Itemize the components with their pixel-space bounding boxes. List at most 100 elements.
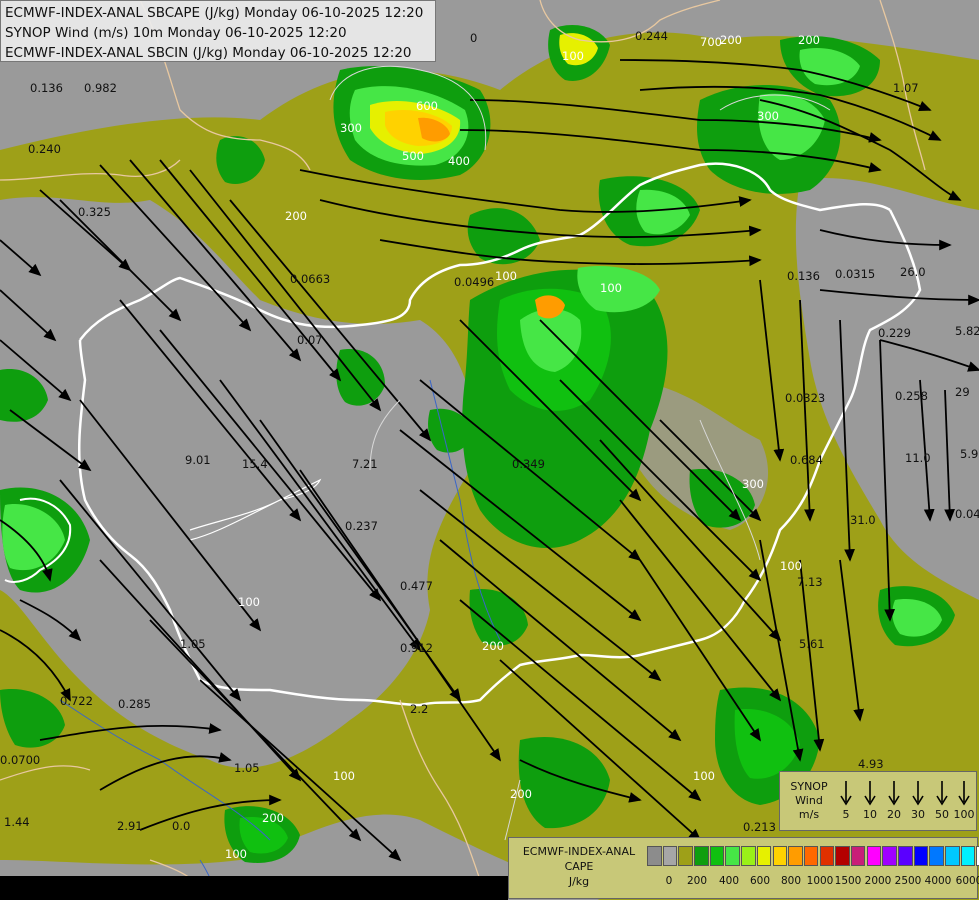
cape-legend-swatch — [898, 846, 913, 866]
station-value-label: 0.136 — [30, 81, 63, 95]
wind-legend-title-line: Wind — [795, 794, 823, 807]
station-value-label: 0.213 — [743, 820, 776, 834]
wind-legend-speed: 5 — [842, 808, 850, 821]
station-value-label: 0.244 — [635, 29, 668, 43]
contour-label: 200 — [482, 639, 504, 653]
contour-label: 600 — [416, 99, 438, 113]
cape-legend-swatch — [709, 846, 725, 866]
contour-label: 100 — [225, 847, 247, 861]
cape-legend-label: 6000 — [955, 875, 979, 887]
cape-legend-swatch — [772, 846, 787, 866]
contour-label: 100 — [780, 559, 802, 573]
wind-legend-item: 20 — [882, 778, 906, 821]
wind-legend-speed: 100 — [953, 808, 975, 821]
cape-legend-swatch — [913, 846, 929, 866]
cape-legend-swatch — [929, 846, 944, 866]
cape-legend-swatch — [803, 846, 819, 866]
station-value-label: 0.0315 — [835, 267, 875, 281]
station-value-label: 0.0 — [172, 819, 190, 833]
cape-legend: ECMWF-INDEX-ANAL CAPE J/kg 0 200 400 600 800… — [508, 837, 979, 899]
wind-arrow-icon — [888, 781, 900, 806]
cape-legend-label: 1500 — [834, 875, 862, 887]
cape-legend-label: 600 — [749, 875, 771, 887]
wind-legend-item: 5 — [834, 778, 858, 821]
station-value-label: 0.04 — [955, 507, 979, 521]
cape-legend-label: 2500 — [894, 875, 922, 887]
wind-legend-item: 50 — [930, 778, 954, 821]
cape-legend-swatch — [756, 846, 772, 866]
wind-arrow-icon — [912, 781, 924, 806]
map-title-box: ECMWF-INDEX-ANAL SBCAPE (J/kg) Monday 06… — [0, 0, 436, 62]
contour-label: 300 — [757, 109, 779, 123]
station-value-label: 0.07 — [297, 333, 323, 347]
contour-label: 300 — [340, 121, 362, 135]
wind-legend-title-line: m/s — [798, 808, 820, 821]
station-value-label: 5.82 — [955, 324, 979, 338]
cape-legend-swatch — [866, 846, 882, 866]
cape-legend-title-line: CAPE — [564, 860, 594, 873]
contour-label: 200 — [720, 33, 742, 47]
station-value-label: 31.0 — [850, 513, 876, 527]
wind-legend-speed: 30 — [911, 808, 925, 821]
cape-legend-swatch — [662, 846, 678, 866]
station-value-label: 0.136 — [787, 269, 820, 283]
station-value-label: 0.0663 — [290, 272, 330, 286]
station-value-label: 7.21 — [352, 457, 378, 471]
station-value-label: 1.05 — [234, 761, 260, 775]
wind-legend: SYNOP Wind m/s 5 10 20 30 50 100 — [779, 771, 977, 831]
station-value-label: 4.93 — [858, 757, 884, 771]
contour-label: 500 — [402, 149, 424, 163]
station-value-label: 0.477 — [400, 579, 433, 593]
wind-arrow-icon — [864, 781, 876, 806]
station-value-label: 0 — [470, 31, 477, 45]
cape-legend-swatch — [678, 846, 693, 866]
station-value-label: 26.0 — [900, 265, 926, 279]
cape-legend-swatch — [850, 846, 866, 866]
cape-map[interactable]: 0 0.2440.136 0.982 1.070.2400.3250.0663 0.04… — [0, 0, 979, 900]
station-value-label: 1.44 — [4, 815, 30, 829]
station-value-label: 2.91 — [117, 819, 143, 833]
station-value-label: 9.01 — [185, 453, 211, 467]
contour-label: 700 — [700, 35, 722, 49]
contour-label: 300 — [742, 477, 764, 491]
cape-legend-label: 800 — [780, 875, 802, 887]
station-value-label: 0.982 — [84, 81, 117, 95]
station-value-label: 0.258 — [895, 389, 928, 403]
wind-arrow-icon — [936, 781, 948, 806]
cape-legend-labels: 0 200 400 600 800 100015002000250040006000 — [509, 875, 979, 891]
cape-legend-label: 1000 — [806, 875, 834, 887]
cape-legend-swatch — [882, 846, 897, 866]
contour-label: 200 — [262, 811, 284, 825]
cape-legend-label: 2000 — [864, 875, 892, 887]
contour-label: 100 — [562, 49, 584, 63]
cape-legend-label: 4000 — [924, 875, 952, 887]
title-line-2: SYNOP Wind (m/s) 10m Monday 06-10-2025 1… — [5, 25, 347, 41]
contour-label: 100 — [600, 281, 622, 295]
cape-legend-swatches — [647, 846, 979, 866]
station-value-label: 0.684 — [790, 453, 823, 467]
wind-legend-title: SYNOP Wind m/s — [784, 780, 834, 822]
station-value-label: 0.0496 — [454, 275, 494, 289]
cape-field — [0, 0, 979, 900]
station-value-label: 0.237 — [345, 519, 378, 533]
contour-label: 100 — [333, 769, 355, 783]
contour-label: 200 — [285, 209, 307, 223]
contour-label: 400 — [448, 154, 470, 168]
bottom-band — [0, 876, 508, 900]
station-value-label: 11.0 — [905, 451, 931, 465]
cape-legend-swatch — [694, 846, 709, 866]
station-value-label: 0.285 — [118, 697, 151, 711]
station-value-label: 0.722 — [60, 694, 93, 708]
station-value-label: 29 — [955, 385, 970, 399]
contour-label: 100 — [238, 595, 260, 609]
station-value-label: 1.05 — [180, 637, 206, 651]
station-value-label: 1.07 — [893, 81, 919, 95]
station-value-label: 2.2 — [410, 702, 428, 716]
station-value-label: 7.13 — [797, 575, 823, 589]
cape-legend-swatch — [788, 846, 803, 866]
station-value-label: 0.229 — [878, 326, 911, 340]
cape-legend-title-line: ECMWF-INDEX-ANAL — [522, 845, 636, 858]
wind-legend-item: 10 — [858, 778, 882, 821]
station-value-label: 0.0323 — [785, 391, 825, 405]
wind-legend-speed: 20 — [887, 808, 901, 821]
